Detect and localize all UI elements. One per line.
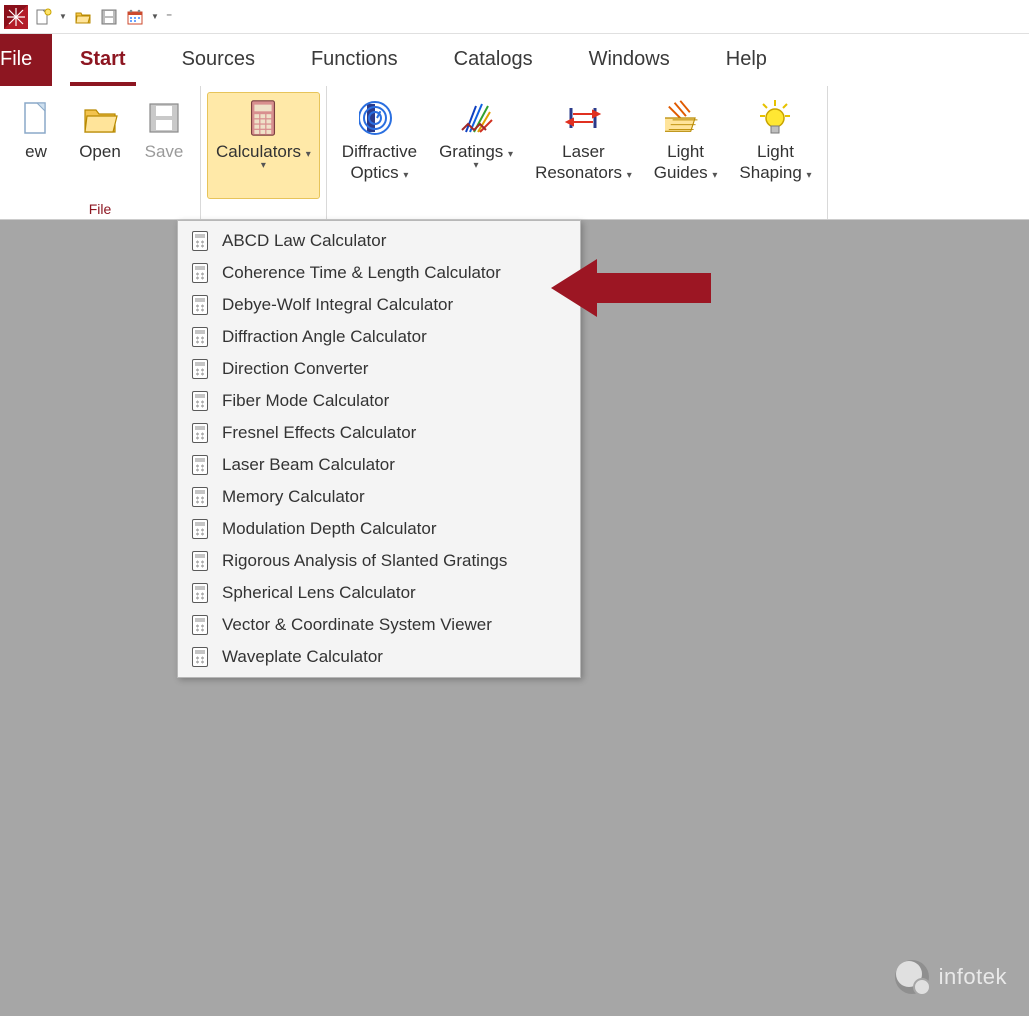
tab-windows[interactable]: Windows	[561, 34, 698, 86]
menu-item-label: Fresnel Effects Calculator	[222, 423, 416, 443]
menu-item-5[interactable]: Fiber Mode Calculator	[178, 385, 580, 417]
calculator-icon	[192, 455, 208, 475]
menu-item-label: Direction Converter	[222, 359, 368, 379]
bulb-icon	[754, 97, 796, 139]
menu-item-label: Waveplate Calculator	[222, 647, 383, 667]
app-logo-icon	[4, 5, 28, 29]
qat-open-icon[interactable]	[72, 6, 94, 28]
menu-item-0[interactable]: ABCD Law Calculator	[178, 225, 580, 257]
gratings-icon	[455, 97, 497, 139]
calculator-icon	[192, 423, 208, 443]
calculators-button[interactable]: Calculators ▾▾	[207, 92, 320, 199]
menu-item-6[interactable]: Fresnel Effects Calculator	[178, 417, 580, 449]
group-calculators-group: Calculators ▾▾	[201, 86, 327, 219]
light-guides-button[interactable]: LightGuides ▾	[645, 92, 727, 199]
wechat-icon	[895, 960, 929, 994]
menu-item-11[interactable]: Spherical Lens Calculator	[178, 577, 580, 609]
open-label: Open	[79, 141, 121, 162]
menu-item-10[interactable]: Rigorous Analysis of Slanted Gratings	[178, 545, 580, 577]
tab-sources[interactable]: Sources	[154, 34, 283, 86]
menu-item-label: Spherical Lens Calculator	[222, 583, 416, 603]
qat-separator: ⁼	[164, 10, 174, 24]
tab-functions[interactable]: Functions	[283, 34, 426, 86]
open-button[interactable]: Open	[70, 92, 130, 199]
calculators-dropdown: ABCD Law Calculator Coherence Time & Leng…	[177, 220, 581, 678]
menu-item-label: Diffraction Angle Calculator	[222, 327, 427, 347]
calculator-icon	[192, 263, 208, 283]
qat-new-icon[interactable]	[32, 6, 54, 28]
calculator-icon	[192, 551, 208, 571]
ribbon: ewOpenSaveFileCalculators ▾▾ Diffractive…	[0, 86, 1029, 220]
caret-icon: ▾	[261, 160, 266, 173]
menu-item-7[interactable]: Laser Beam Calculator	[178, 449, 580, 481]
calculator-icon	[192, 519, 208, 539]
menu-item-label: ABCD Law Calculator	[222, 231, 386, 251]
calculator-icon	[192, 615, 208, 635]
light-guides-label: LightGuides ▾	[654, 141, 718, 184]
menu-item-label: Rigorous Analysis of Slanted Gratings	[222, 551, 507, 571]
floppy-icon	[143, 97, 185, 139]
menu-item-label: Vector & Coordinate System Viewer	[222, 615, 492, 635]
diffractive-optics-label: DiffractiveOptics ▾	[342, 141, 417, 184]
resonator-icon	[562, 97, 604, 139]
qat-calendar-caret-icon[interactable]: ▼	[150, 12, 160, 21]
menu-item-label: Fiber Mode Calculator	[222, 391, 389, 411]
caret-icon: ▾	[474, 160, 479, 173]
calculator-icon	[192, 583, 208, 603]
light-shaping-label: LightShaping ▾	[739, 141, 811, 184]
watermark: infotek	[895, 960, 1007, 994]
group-tools: DiffractiveOptics ▾ Gratings ▾▾ LaserReson…	[327, 86, 828, 219]
save-button: Save	[134, 92, 194, 199]
qat-save-icon[interactable]	[98, 6, 120, 28]
menu-item-3[interactable]: Diffraction Angle Calculator	[178, 321, 580, 353]
laser-resonators-label: LaserResonators ▾	[535, 141, 632, 184]
menu-item-12[interactable]: Vector & Coordinate System Viewer	[178, 609, 580, 641]
menu-item-label: Modulation Depth Calculator	[222, 519, 437, 539]
diffractive-optics-button[interactable]: DiffractiveOptics ▾	[333, 92, 426, 199]
group-file: ew Open Save File	[0, 86, 201, 219]
menu-item-label: Coherence Time & Length Calculator	[222, 263, 501, 283]
page-icon	[15, 97, 57, 139]
menu-item-label: Laser Beam Calculator	[222, 455, 395, 475]
tab-catalogs[interactable]: Catalogs	[426, 34, 561, 86]
qat-new-caret-icon[interactable]: ▼	[58, 12, 68, 21]
menu-item-2[interactable]: Debye-Wolf Integral Calculator	[178, 289, 580, 321]
tab-start[interactable]: Start	[52, 34, 154, 86]
group-label-file: File	[6, 199, 194, 217]
menu-item-1[interactable]: Coherence Time & Length Calculator	[178, 257, 580, 289]
tab-file[interactable]: File	[0, 34, 52, 86]
menu-item-label: Debye-Wolf Integral Calculator	[222, 295, 453, 315]
calculators-label: Calculators ▾	[216, 141, 311, 162]
ribbon-tabs: FileStartSourcesFunctionsCatalogsWindows…	[0, 34, 1029, 86]
diffractive-icon	[358, 97, 400, 139]
menu-item-4[interactable]: Direction Converter	[178, 353, 580, 385]
watermark-label: infotek	[939, 964, 1007, 990]
folder-icon	[79, 97, 121, 139]
calculator-icon	[192, 295, 208, 315]
calculator-icon	[192, 487, 208, 507]
gratings-button[interactable]: Gratings ▾▾	[430, 92, 522, 199]
quick-access-toolbar: ▼ ▼ ⁼	[0, 0, 1029, 34]
calculator-icon	[192, 391, 208, 411]
calculator-icon	[192, 327, 208, 347]
save-label: Save	[145, 141, 184, 162]
menu-item-label: Memory Calculator	[222, 487, 365, 507]
tab-help[interactable]: Help	[698, 34, 795, 86]
guides-icon	[665, 97, 707, 139]
qat-calendar-icon[interactable]	[124, 6, 146, 28]
light-shaping-button[interactable]: LightShaping ▾	[730, 92, 820, 199]
calculator-icon	[242, 97, 284, 139]
new-button[interactable]: ew	[6, 92, 66, 199]
new-label: ew	[25, 141, 47, 162]
menu-item-13[interactable]: Waveplate Calculator	[178, 641, 580, 673]
calculator-icon	[192, 359, 208, 379]
gratings-label: Gratings ▾	[439, 141, 513, 162]
calculator-icon	[192, 647, 208, 667]
laser-resonators-button[interactable]: LaserResonators ▾	[526, 92, 641, 199]
menu-item-8[interactable]: Memory Calculator	[178, 481, 580, 513]
calculator-icon	[192, 231, 208, 251]
menu-item-9[interactable]: Modulation Depth Calculator	[178, 513, 580, 545]
